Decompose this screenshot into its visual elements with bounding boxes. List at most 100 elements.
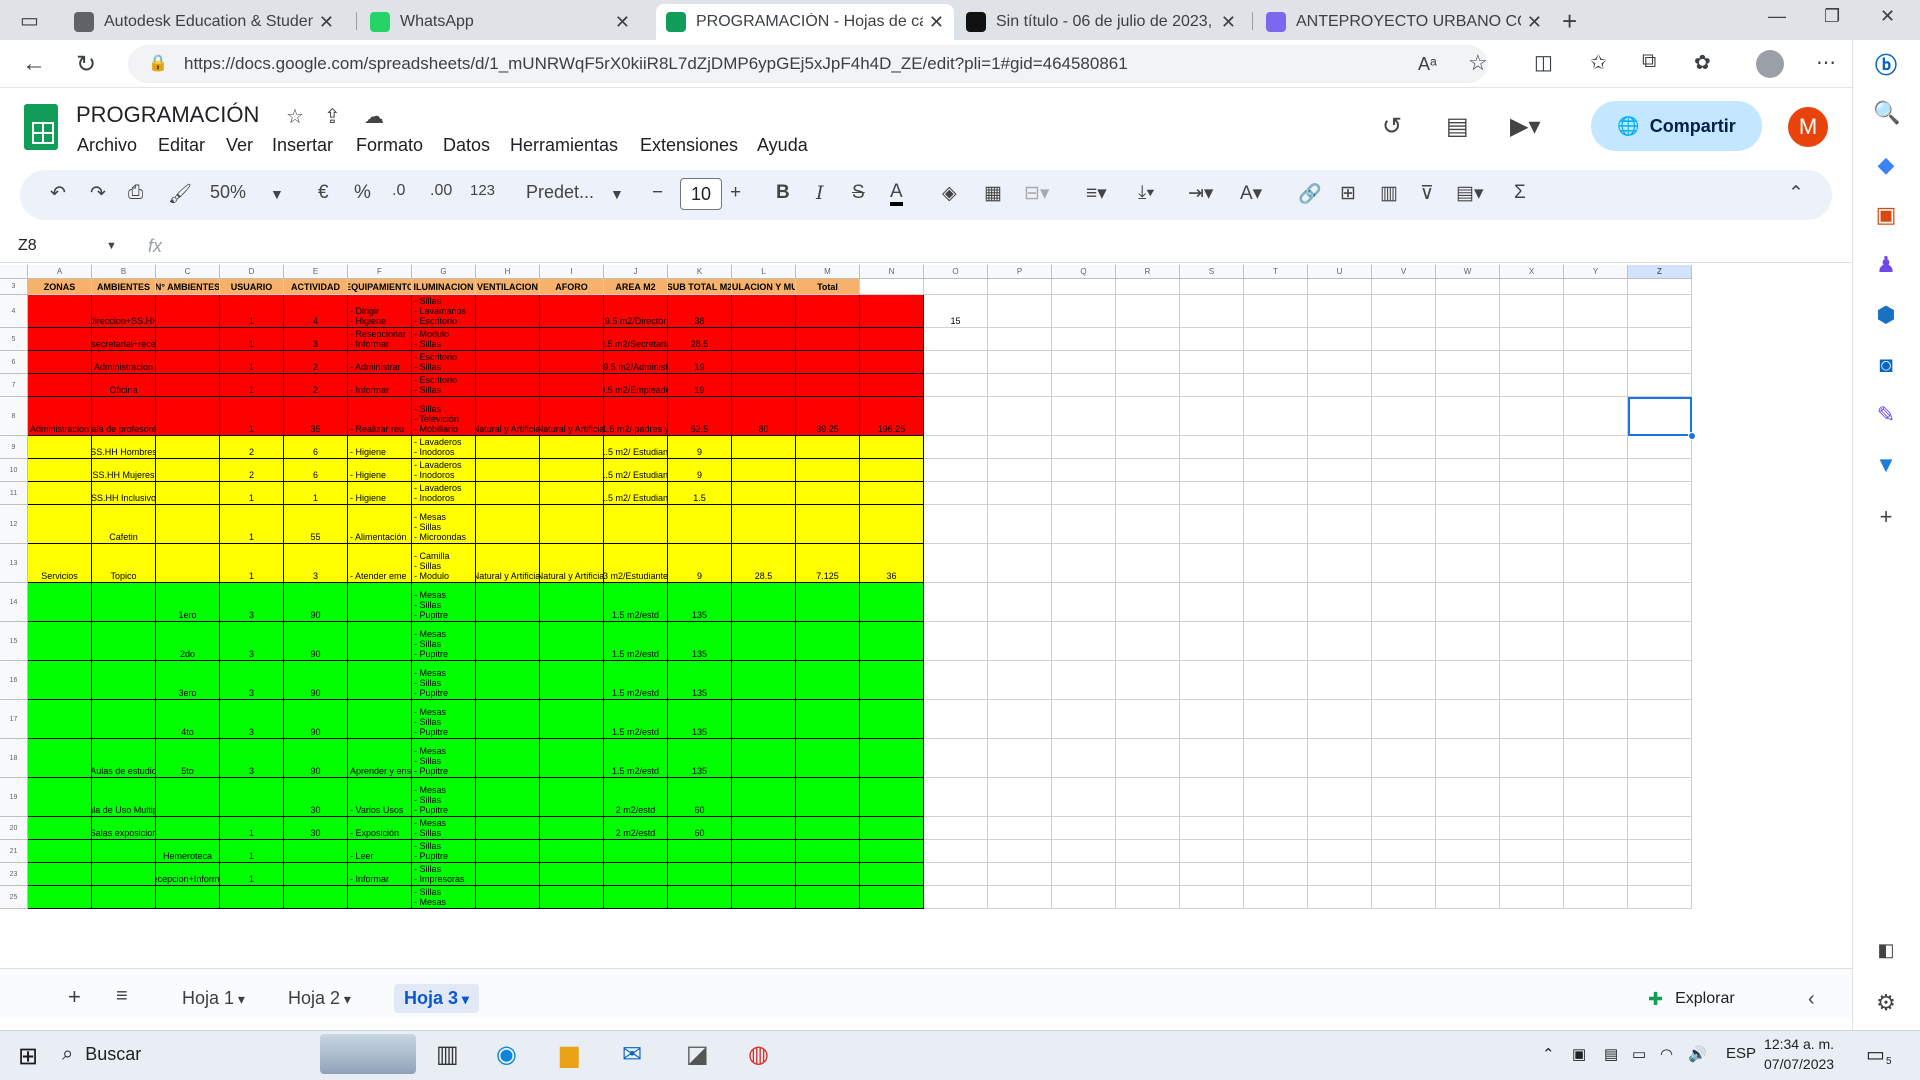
- row-header-7[interactable]: 7: [0, 374, 28, 397]
- grid-cell-t-15[interactable]: [1244, 622, 1308, 661]
- grid-cell-z-12[interactable]: [1628, 505, 1692, 544]
- grid-cell-y-23[interactable]: [1564, 863, 1628, 886]
- drop-icon[interactable]: ▼: [1873, 452, 1899, 478]
- doc-title[interactable]: PROGRAMACIÓN: [76, 102, 259, 128]
- grid-cell-u-23[interactable]: [1308, 863, 1372, 886]
- grid-cell-r-5[interactable]: [1116, 328, 1180, 351]
- grid-cell-w-25[interactable]: [1436, 886, 1500, 909]
- grid-cell-a-15[interactable]: [28, 622, 92, 661]
- grid-cell-f-19[interactable]: - Varios Usos: [348, 778, 412, 817]
- grid-cell-v-21[interactable]: [1372, 840, 1436, 863]
- grid-cell-k-15[interactable]: 135: [668, 622, 732, 661]
- grid-cell-m-25[interactable]: [796, 886, 860, 909]
- column-header-r[interactable]: R: [1116, 265, 1180, 279]
- grid-cell-p-17[interactable]: [988, 700, 1052, 739]
- grid-cell-s-7[interactable]: [1180, 374, 1244, 397]
- grid-cell-m-7[interactable]: [796, 374, 860, 397]
- grid-cell-i-16[interactable]: [540, 661, 604, 700]
- row-header-13[interactable]: 13: [0, 544, 28, 583]
- grid-cell-t-18[interactable]: [1244, 739, 1308, 778]
- grid-cell-a-14[interactable]: [28, 583, 92, 622]
- grid-cell[interactable]: [860, 279, 924, 295]
- version-history-icon[interactable]: ↺: [1382, 112, 1402, 141]
- grid-cell-h-19[interactable]: [476, 778, 540, 817]
- grid-cell-l-23[interactable]: [732, 863, 796, 886]
- grid-cell-s-9[interactable]: [1180, 436, 1244, 459]
- grid-cell-u-19[interactable]: [1308, 778, 1372, 817]
- paint-format-icon[interactable]: 🖌: [168, 182, 192, 206]
- grid-cell-l-7[interactable]: [732, 374, 796, 397]
- text-rotation-icon[interactable]: A▾: [1240, 182, 1262, 205]
- row-header-4[interactable]: 4: [0, 295, 28, 328]
- grid-cell-d-9[interactable]: 2: [220, 436, 284, 459]
- grid-cell-u-25[interactable]: [1308, 886, 1372, 909]
- grid-cell-t-25[interactable]: [1244, 886, 1308, 909]
- grid-cell-l-11[interactable]: [732, 482, 796, 505]
- grid-cell[interactable]: [1180, 279, 1244, 295]
- grid-cell-x-19[interactable]: [1500, 778, 1564, 817]
- grid-cell-b-14[interactable]: [92, 583, 156, 622]
- close-window-button[interactable]: ✕: [1880, 6, 1895, 27]
- grid-cell-o-13[interactable]: [924, 544, 988, 583]
- grid-cell-w-23[interactable]: [1436, 863, 1500, 886]
- grid-cell-a-16[interactable]: [28, 661, 92, 700]
- grid-cell-m-18[interactable]: [796, 739, 860, 778]
- grid-cell-i-20[interactable]: [540, 817, 604, 840]
- grid-cell-l-14[interactable]: [732, 583, 796, 622]
- grid-cell-z-10[interactable]: [1628, 459, 1692, 482]
- grid-cell-x-8[interactable]: [1500, 397, 1564, 436]
- grid-cell-x-7[interactable]: [1500, 374, 1564, 397]
- grid-cell-p-14[interactable]: [988, 583, 1052, 622]
- grid-cell-b-25[interactable]: [92, 886, 156, 909]
- grid-cell-y-8[interactable]: [1564, 397, 1628, 436]
- column-header-t[interactable]: T: [1244, 265, 1308, 279]
- text-wrap-icon[interactable]: ⇥▾: [1188, 182, 1213, 205]
- grid-cell-v-19[interactable]: [1372, 778, 1436, 817]
- grid-cell-l-19[interactable]: [732, 778, 796, 817]
- grid-cell-q-6[interactable]: [1052, 351, 1116, 374]
- grid-cell-j-8[interactable]: 1.5 m2/ padres y: [604, 397, 668, 436]
- grid-cell-f-11[interactable]: - Higiene: [348, 482, 412, 505]
- grid-cell-d-12[interactable]: 1: [220, 505, 284, 544]
- grid-cell-f-18[interactable]: Aprender y enseñar: [348, 739, 412, 778]
- grid-cell-k-12[interactable]: [668, 505, 732, 544]
- grid-cell-e-25[interactable]: [284, 886, 348, 909]
- column-header-b[interactable]: B: [92, 265, 156, 279]
- column-header-q[interactable]: Q: [1052, 265, 1116, 279]
- grid-cell-x-23[interactable]: [1500, 863, 1564, 886]
- grid-cell-h-4[interactable]: [476, 295, 540, 328]
- grid-cell-s-8[interactable]: [1180, 397, 1244, 436]
- grid-cell-q-7[interactable]: [1052, 374, 1116, 397]
- grid-cell-j-23[interactable]: [604, 863, 668, 886]
- grid-cell-e-13[interactable]: 3: [284, 544, 348, 583]
- grid-cell-k-19[interactable]: 60: [668, 778, 732, 817]
- grid-cell-q-11[interactable]: [1052, 482, 1116, 505]
- vertical-align-icon[interactable]: ⤓▾: [1138, 182, 1154, 204]
- grid-cell-v-15[interactable]: [1372, 622, 1436, 661]
- grid-cell-y-15[interactable]: [1564, 622, 1628, 661]
- grid-cell-i-14[interactable]: [540, 583, 604, 622]
- grid-cell-v-18[interactable]: [1372, 739, 1436, 778]
- column-header-m[interactable]: M: [796, 265, 860, 279]
- grid-cell-a-4[interactable]: [28, 295, 92, 328]
- grid-cell-e-20[interactable]: 30: [284, 817, 348, 840]
- grid-cell-j-20[interactable]: 2 m2/estd: [604, 817, 668, 840]
- grid-cell-q-20[interactable]: [1052, 817, 1116, 840]
- font-size-decrease-button[interactable]: −: [652, 182, 663, 204]
- grid-cell-l-21[interactable]: [732, 840, 796, 863]
- grid-cell-p-13[interactable]: [988, 544, 1052, 583]
- grid-cell-b-21[interactable]: [92, 840, 156, 863]
- column-header-h[interactable]: H: [476, 265, 540, 279]
- grid-cell-s-10[interactable]: [1180, 459, 1244, 482]
- grid-cell-e-8[interactable]: 35: [284, 397, 348, 436]
- grid-cell-a-13[interactable]: Servicios: [28, 544, 92, 583]
- grid-cell-r-23[interactable]: [1116, 863, 1180, 886]
- font-size-increase-button[interactable]: +: [730, 182, 741, 204]
- row-header-10[interactable]: 10: [0, 459, 28, 482]
- lock-icon[interactable]: 🔒: [148, 53, 168, 73]
- grid-cell-g-18[interactable]: - Mesas - Sillas - Pupitre: [412, 739, 476, 778]
- grid-cell-o-5[interactable]: [924, 328, 988, 351]
- grid-cell-s-5[interactable]: [1180, 328, 1244, 351]
- insert-chart-icon[interactable]: ▥: [1380, 182, 1398, 205]
- grid-cell-h-5[interactable]: [476, 328, 540, 351]
